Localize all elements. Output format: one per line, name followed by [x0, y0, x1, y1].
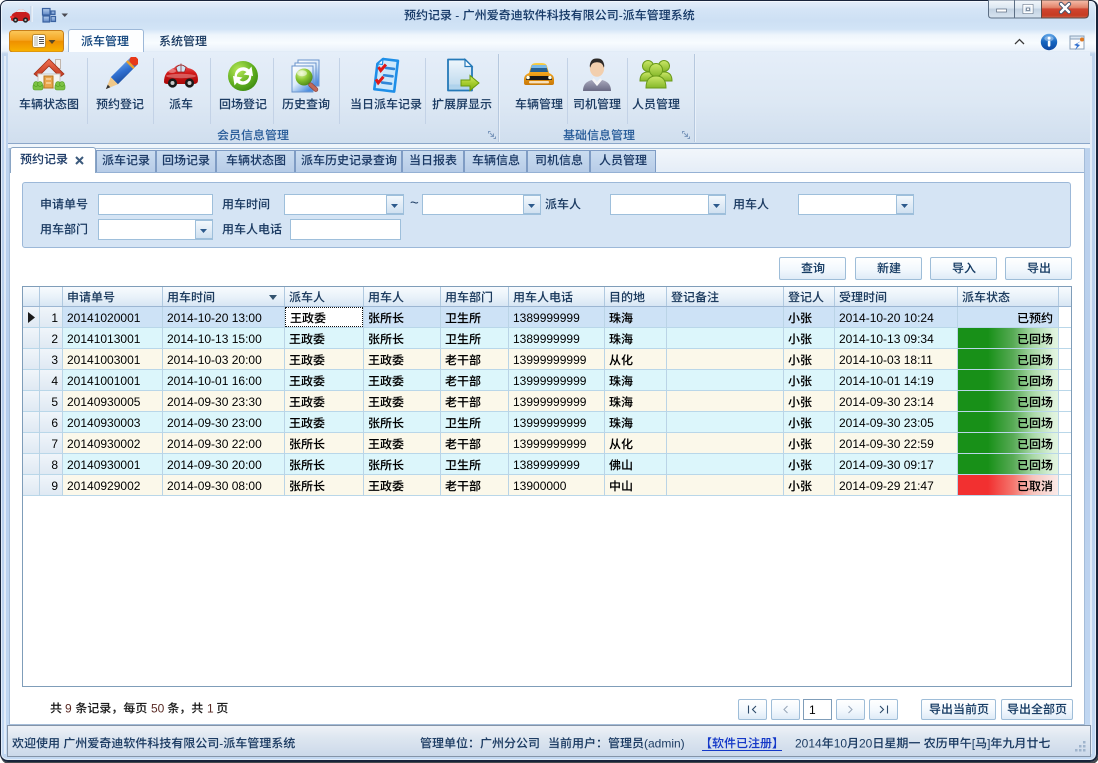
svg-text:-: - [618, 8, 622, 22]
svg-text:50: 50 [151, 701, 165, 715]
svg-text:[: [ [972, 736, 976, 750]
svg-text:(admin): (admin) [644, 736, 685, 750]
svg-text:10: 10 [834, 736, 848, 750]
svg-text:~: ~ [410, 195, 419, 212]
svg-text:]: ] [987, 736, 990, 750]
svg-text:-: - [455, 8, 459, 22]
svg-text:20: 20 [859, 736, 873, 750]
svg-text:2014: 2014 [795, 736, 822, 750]
svg-text:-: - [219, 736, 223, 750]
